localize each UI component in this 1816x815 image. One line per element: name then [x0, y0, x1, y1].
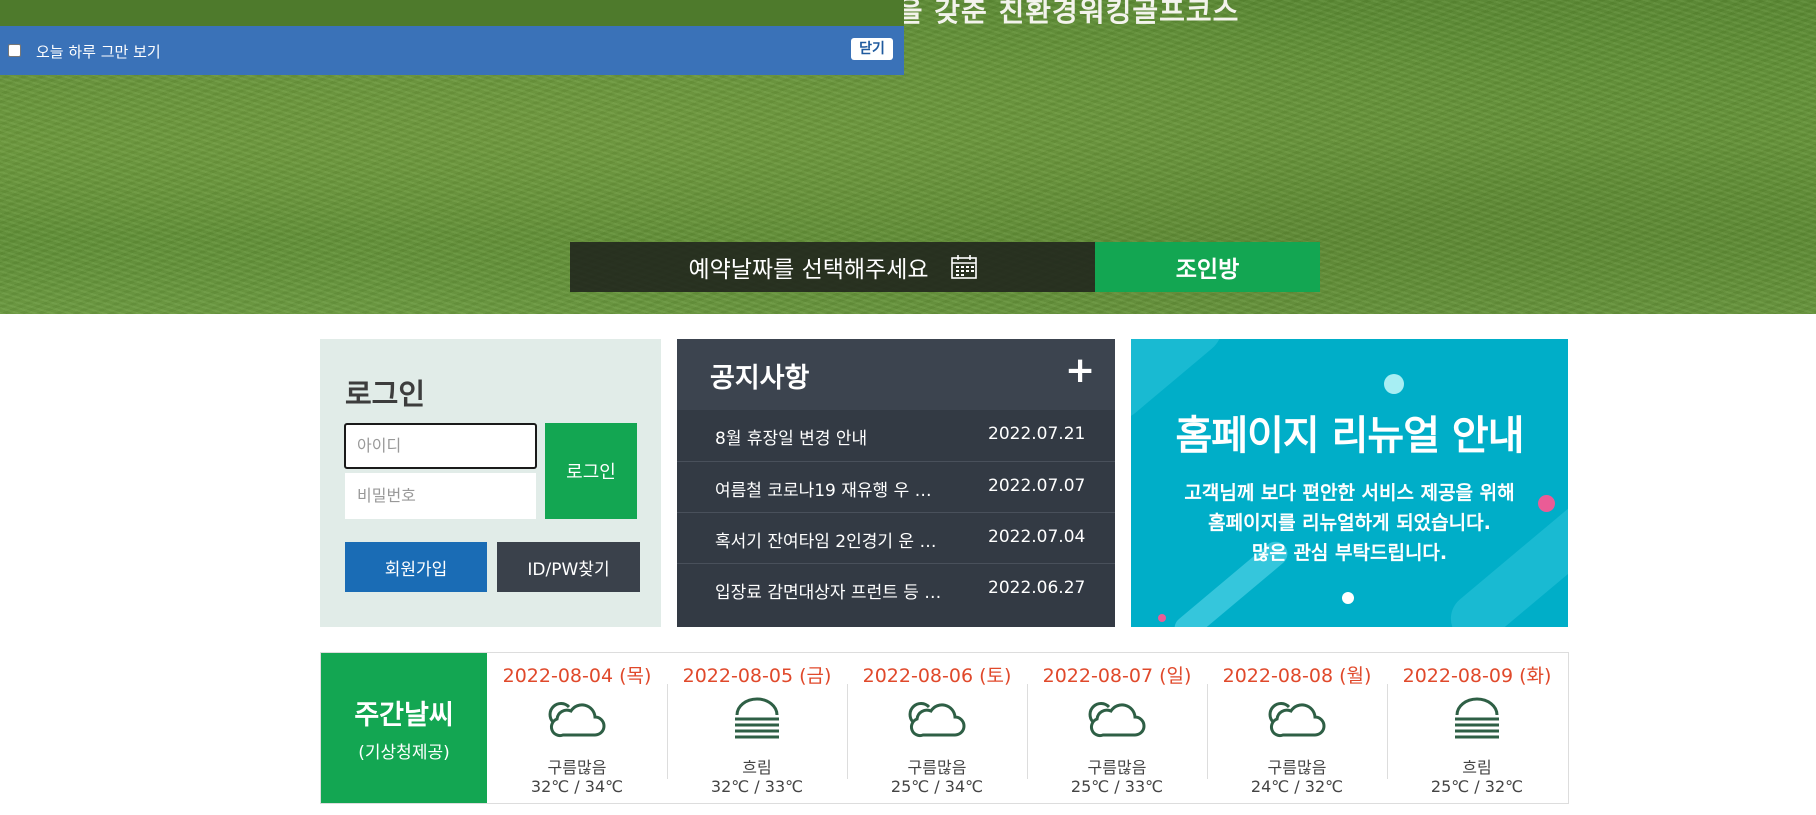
weather-subtitle: (기상청제공) — [358, 743, 450, 763]
weather-title: 주간날씨 — [354, 700, 454, 731]
weather-day-condition: 구름많음 — [547, 758, 607, 777]
banner-line: 많은 관심 부탁드립니다. — [1251, 542, 1448, 564]
banner-line: 고객님께 보다 편안한 서비스 제공을 위해 — [1184, 482, 1515, 504]
login-panel: 로그인 아이디 비밀번호 로그인 회원가입 ID/PW찾기 — [320, 339, 661, 627]
dont-show-today-label[interactable]: 오늘 하루 그만 보기 — [36, 41, 161, 62]
popup-footer: 오늘 하루 그만 보기 닫기 — [0, 26, 904, 75]
cloud-icon — [908, 702, 966, 738]
notice-more-button[interactable]: + — [1065, 351, 1095, 391]
weather-day-temp: 32℃ / 34℃ — [530, 777, 624, 796]
signup-button[interactable]: 회원가입 — [345, 542, 487, 592]
overcast-icon — [735, 697, 779, 739]
weather-label: 주간날씨 (기상청제공) — [321, 653, 487, 803]
notice-item[interactable]: 혹서기 잔여타임 2인경기 운 … 2022.07.04 — [677, 512, 1115, 563]
id-input[interactable]: 아이디 — [344, 423, 537, 469]
weather-day-temp: 25℃ / 32℃ — [1430, 777, 1524, 796]
weather-day: 2022-08-08 (월) 구름많음 24℃ / 32℃ — [1207, 653, 1387, 803]
weather-day: 2022-08-06 (토) 구름많음 25℃ / 34℃ — [847, 653, 1027, 803]
weather-day-date: 2022-08-08 (월) — [1222, 665, 1372, 687]
reservation-date-label: 예약날짜를 선택해주세요 — [688, 257, 929, 283]
password-input[interactable]: 비밀번호 — [345, 473, 536, 519]
cloud-icon — [1088, 702, 1146, 738]
notice-item-title[interactable]: 8월 휴장일 변경 안내 — [715, 424, 945, 449]
weather-day-date: 2022-08-04 (목) — [502, 665, 652, 687]
banner-title: 홈페이지 리뉴얼 안내 — [1175, 413, 1524, 459]
weather-day-temp: 24℃ / 32℃ — [1250, 777, 1344, 796]
notice-panel: 공지사항 + 8월 휴장일 변경 안내 2022.07.21 여름철 코로나19… — [677, 339, 1115, 627]
weather-day: 2022-08-09 (화) 흐림 25℃ / 32℃ — [1387, 653, 1567, 803]
notice-item-title[interactable]: 혹서기 잔여타임 2인경기 운 … — [715, 527, 945, 552]
weather-day-condition: 구름많음 — [1087, 758, 1147, 777]
notice-item[interactable]: 여름철 코로나19 재유행 우 … 2022.07.07 — [677, 461, 1115, 512]
weather-day-date: 2022-08-05 (금) — [682, 665, 832, 687]
notice-item-title[interactable]: 입장료 감면대상자 프런트 등 … — [715, 578, 945, 603]
cloud-icon — [548, 702, 606, 738]
notice-item[interactable]: 입장료 감면대상자 프런트 등 … 2022.06.27 — [677, 563, 1115, 614]
notice-item[interactable]: 8월 휴장일 변경 안내 2022.07.21 — [677, 410, 1115, 461]
renewal-banner[interactable]: 홈페이지 리뉴얼 안내 고객님께 보다 편안한 서비스 제공을 위해 홈페이지를… — [1131, 339, 1568, 627]
dont-show-today-checkbox[interactable] — [8, 44, 21, 57]
banner-line: 홈페이지를 리뉴얼하게 되었습니다. — [1208, 512, 1491, 534]
weather-day-condition: 구름많음 — [907, 758, 967, 777]
weather-day-condition: 흐림 — [1462, 758, 1492, 777]
overcast-icon — [1455, 697, 1499, 739]
weather-day-condition: 구름많음 — [1267, 758, 1327, 777]
weather-day: 2022-08-04 (목) 구름많음 32℃ / 34℃ — [487, 653, 667, 803]
notice-title: 공지사항 — [710, 363, 810, 394]
calendar-icon — [950, 255, 977, 279]
hero-slogan: 판을 갖춘 친환경워킹골프코스 — [870, 0, 1240, 28]
weather-day-temp: 32℃ / 33℃ — [710, 777, 804, 796]
notice-item-date: 2022.07.21 — [988, 424, 1086, 444]
weather-day-date: 2022-08-09 (화) — [1402, 665, 1552, 687]
weather-day: 2022-08-07 (일) 구름많음 25℃ / 33℃ — [1027, 653, 1207, 803]
banner-decoration-dot — [1384, 374, 1404, 394]
banner-decoration-dot — [1158, 614, 1166, 622]
notice-item-date: 2022.07.07 — [988, 476, 1086, 496]
slide-indicator-dot[interactable] — [1342, 592, 1354, 604]
popup-close-button[interactable]: 닫기 — [851, 38, 893, 60]
notice-item-title[interactable]: 여름철 코로나19 재유행 우 … — [715, 476, 945, 501]
weather-day-condition: 흐림 — [742, 758, 772, 777]
reservation-date-picker[interactable]: 예약날짜를 선택해주세요 — [570, 242, 1095, 292]
login-button[interactable]: 로그인 — [545, 423, 637, 519]
notice-popup: 오늘 하루 그만 보기 닫기 — [0, 0, 904, 75]
weather-day-temp: 25℃ / 33℃ — [1070, 777, 1164, 796]
notice-item-date: 2022.07.04 — [988, 527, 1086, 547]
weather-day-date: 2022-08-06 (토) — [862, 665, 1012, 687]
notice-item-date: 2022.06.27 — [988, 578, 1086, 598]
login-title: 로그인 — [345, 377, 426, 411]
find-id-pw-button[interactable]: ID/PW찾기 — [497, 542, 640, 592]
popup-image — [0, 0, 904, 26]
cloud-icon — [1268, 702, 1326, 738]
join-room-button[interactable]: 조인방 — [1095, 242, 1320, 292]
weather-day-date: 2022-08-07 (일) — [1042, 665, 1192, 687]
weather-day: 2022-08-05 (금) 흐림 32℃ / 33℃ — [667, 653, 847, 803]
weekly-weather: 주간날씨 (기상청제공) 2022-08-04 (목) 구름많음 32℃ / 3… — [320, 652, 1569, 804]
notice-header: 공지사항 + — [677, 339, 1115, 410]
weather-day-temp: 25℃ / 34℃ — [890, 777, 984, 796]
